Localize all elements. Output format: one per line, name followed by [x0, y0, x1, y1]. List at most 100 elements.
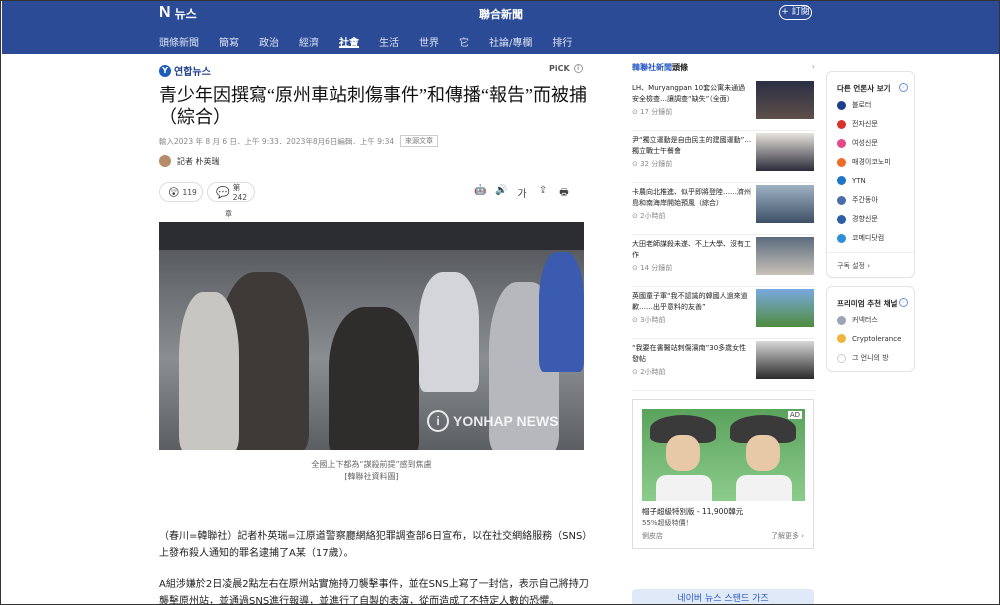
nav-item-society[interactable]: 社會 — [339, 34, 359, 49]
headline-thumbnail — [756, 133, 814, 171]
headline-time: ⊙ 14 分鐘前 — [632, 264, 673, 272]
headline-text: 英國童子軍“我不認識的韓國人過來道歉……出乎意料的友善” — [632, 292, 748, 311]
headline-time: ⊙ 3小時前 — [632, 316, 666, 324]
headline-time: ⊙ 2小時前 — [632, 368, 666, 376]
headline-text: “我要在書醫站刺傷濱南”30多歲女性發帖 — [632, 344, 747, 363]
press-item[interactable]: 전자신문 — [837, 119, 878, 129]
ad-image: AD — [642, 409, 805, 501]
crowd-figure — [419, 272, 479, 392]
press-logo-icon — [837, 138, 846, 148]
reaction-emoji-icon: 😲 — [168, 185, 180, 199]
bottom-banner[interactable]: 네이버 뉴스 스탠드 가즈 — [632, 589, 814, 604]
caption-line: 全國上下都為“謀殺前提”感到焦慮 — [311, 460, 432, 469]
font-size-icon[interactable]: 가 — [516, 185, 528, 202]
nav-item-headlines[interactable]: 頭條新聞 — [159, 34, 199, 49]
headlines-heading-press: 韓聯社新聞 — [632, 63, 672, 72]
press-item[interactable]: 코메디닷컴 — [837, 233, 884, 243]
nav-item-opinion[interactable]: 社論/專欄 — [489, 34, 532, 49]
press-logo-icon — [837, 233, 846, 243]
headline-item[interactable]: 卡農向北推進、似乎即將登陸……濟州島和南海岸開始預風（綜合） ⊙ 2小時前 — [632, 185, 815, 235]
source-article-button[interactable]: 來源文章 — [400, 135, 439, 147]
headline-item[interactable]: 尹“獨立運動是自由民主的建國運動”…獨立戰士午餐會 ⊙ 32 分鐘前 — [632, 133, 815, 183]
info-icon: i — [573, 64, 583, 73]
headline-item[interactable]: “我要在書醫站刺傷濱南”30多歲女性發帖 ⊙ 2小時前 — [632, 341, 815, 391]
yonhap-mark-icon: i — [427, 410, 449, 432]
press-item[interactable]: YTN — [837, 176, 866, 185]
headline-item[interactable]: 大田老師謀殺未遂、不上大學、沒有工作 ⊙ 14 分鐘前 — [632, 237, 815, 287]
info-icon[interactable]: ◦ — [899, 83, 908, 92]
press-logo-icon — [837, 214, 846, 224]
headline-thumbnail — [756, 81, 814, 119]
press-title[interactable]: 聯合新聞 — [2, 6, 999, 22]
ad-badge: AD — [787, 411, 802, 419]
premium-item[interactable]: Cryptolerance — [837, 334, 901, 343]
headline-item[interactable]: LH、Muryangpan 10套公寓未通過安全檢查…讓調查“缺失”（全面） ⊙… — [632, 81, 815, 131]
share-icon[interactable]: ⇪ — [537, 185, 549, 202]
photo-watermark: i YONHAP NEWS — [427, 410, 559, 432]
pick-text: PiCK — [549, 64, 570, 73]
premium-title: 프리미엄 추천 채널 — [837, 299, 898, 308]
agency-logo[interactable]: Y 연합뉴스 — [159, 63, 211, 78]
info-icon[interactable]: ◦ — [899, 298, 908, 307]
press-logo-icon — [837, 157, 846, 167]
press-item[interactable]: 매경이코노미 — [837, 157, 891, 167]
nav-item-ranking[interactable]: 排行 — [552, 34, 572, 49]
crowd-figure — [179, 292, 239, 450]
press-logo-icon — [837, 195, 846, 205]
ad-learn-more-link[interactable]: 了解更多 › — [771, 531, 804, 541]
photo-caption: 全國上下都為“謀殺前提”感到焦慮 [韓聯社資料圖] — [159, 459, 584, 483]
agency-name: 연합뉴스 — [174, 67, 211, 78]
reaction-button[interactable]: 😲 119 — [159, 182, 203, 202]
section-nav: 頭條新聞 簡寫 政治 經濟 社會 生活 世界 它 社論/專欄 排行 — [159, 34, 592, 49]
headline-time: ⊙ 17 分鐘前 — [632, 108, 673, 116]
article-photo[interactable]: i YONHAP NEWS — [159, 222, 584, 450]
headline-time: ⊙ 2小時前 — [632, 212, 666, 220]
comment-count: 第242 — [232, 183, 248, 202]
premium-item[interactable]: 커넥터스 — [837, 315, 878, 325]
premium-channel-card: 프리미엄 추천 채널 ◦ 커넥터스 Cryptolerance 그 언니의 방 — [826, 286, 915, 372]
article-headline: 青少年因撰寫“原州車站刺傷事件”和傳播“報告”而被捕（綜合） — [159, 85, 587, 127]
ad-subtitle: 55%超級特價！ — [642, 519, 693, 527]
summary-bot-icon[interactable]: 🤖 — [474, 185, 486, 202]
headline-item[interactable]: 英國童子軍“我不認識的韓國人過來道歉……出乎意料的友善” ⊙ 3小時前 — [632, 289, 815, 339]
caption-credit: [韓聯社資料圖] — [344, 472, 399, 481]
nav-item-economy[interactable]: 經濟 — [299, 34, 319, 49]
headline-thumbnail — [756, 341, 814, 379]
reporter-avatar — [159, 155, 171, 167]
headline-thumbnail — [756, 237, 814, 275]
print-icon[interactable]: 🖶 — [558, 185, 570, 202]
nav-item-world[interactable]: 世界 — [419, 34, 439, 49]
press-item[interactable]: 경향신문 — [837, 214, 878, 224]
subscribe-button[interactable]: + 訂閱 — [779, 5, 812, 20]
crowd-figure — [329, 307, 419, 450]
nav-item-brief[interactable]: 簡寫 — [219, 34, 239, 49]
subscription-settings-link[interactable]: 구독 설정 › — [837, 261, 870, 271]
comment-button[interactable]: 💬 第242 — [207, 182, 255, 202]
ad-title: 帽子超級特別版 - 11,900韓元 — [642, 507, 744, 516]
press-item[interactable]: 주간동아 — [837, 195, 878, 205]
comment-suffix: 章 — [225, 210, 232, 218]
nav-item-it[interactable]: 它 — [459, 34, 469, 49]
press-item[interactable]: 블로터 — [837, 100, 871, 110]
reporter-info[interactable]: 記者 朴英瑞 — [159, 155, 220, 167]
headline-text: 卡農向北推進、似乎即將登陸……濟州島和南海岸開始預風（綜合） — [632, 188, 751, 207]
nav-item-politics[interactable]: 政治 — [259, 34, 279, 49]
press-logo-icon — [837, 119, 846, 129]
article-meta: 輸入2023 年 8 月 6 日．上午 9:33．2023年8月6日編輯．上午 … — [159, 135, 439, 147]
crowd-figure — [539, 252, 584, 372]
article-tools: 🤖 🔊 가 ⇪ 🖶 — [474, 185, 570, 202]
premium-item[interactable]: 그 언니의 방 — [837, 353, 889, 363]
press-item[interactable]: 여성신문 — [837, 138, 878, 148]
pick-label[interactable]: PiCK i — [549, 64, 583, 73]
agency-mark-icon: Y — [159, 64, 171, 77]
headlines-heading[interactable]: 韓聯社新聞頭條 › — [632, 62, 815, 76]
headlines-heading-label: 頭條 — [672, 63, 688, 72]
headline-thumbnail — [756, 185, 814, 223]
top-navigation-bar: N 뉴스 聯合新聞 + 訂閱 頭條新聞 簡寫 政治 經濟 社會 生活 世界 它 … — [2, 1, 999, 54]
nav-item-life[interactable]: 生活 — [379, 34, 399, 49]
related-headlines: 韓聯社新聞頭條 › — [632, 62, 815, 76]
chevron-right-icon[interactable]: › — [812, 62, 815, 76]
press-logo-icon — [837, 176, 846, 185]
speaker-icon[interactable]: 🔊 — [495, 185, 507, 202]
ad-box[interactable]: AD 帽子超級特別版 - 11,900韓元 55%超級特價！ 側皮店 了解更多 … — [632, 399, 814, 549]
